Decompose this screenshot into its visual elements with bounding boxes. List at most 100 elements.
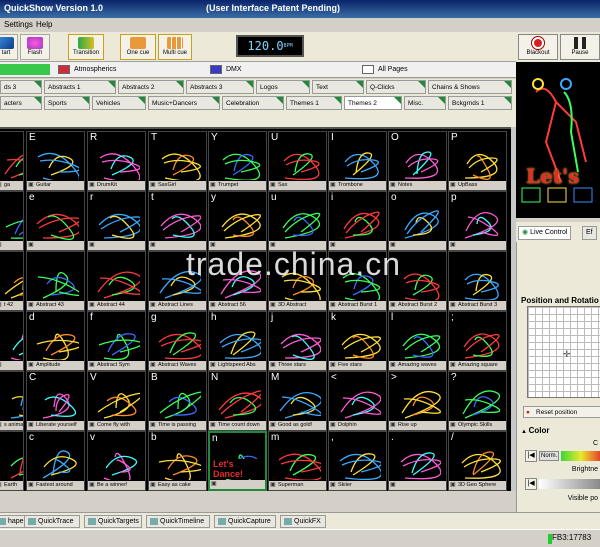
tab-effects[interactable]: Ef [582, 226, 597, 240]
pause-button[interactable]: Pause [560, 34, 600, 60]
cue-cell[interactable]: U Sax [268, 131, 327, 191]
cue-cell[interactable]: s animal [0, 371, 24, 431]
cue-cell[interactable]: r [87, 191, 146, 251]
cue-cell[interactable]: m Superman [268, 431, 327, 491]
page-tab-row1-7[interactable]: Chains & Shows [428, 80, 512, 94]
cue-cell[interactable]: t [148, 191, 207, 251]
cue-cell[interactable]: / 3D Geo Sphere [448, 431, 507, 491]
tab-live-control[interactable]: ◉ Live Control [518, 226, 572, 240]
module-tab-1[interactable]: QuickTrace [24, 515, 80, 528]
cue-cell[interactable] [0, 191, 24, 251]
cue-cell[interactable] [0, 311, 24, 371]
cue-cell[interactable]: g Abstract Waves [148, 311, 207, 371]
cue-cell[interactable]: < Dolphin [328, 371, 387, 431]
cue-cell[interactable]: t 42 [0, 251, 24, 311]
cue-cell[interactable]: Y Trumpet [208, 131, 267, 191]
page-tab-row2-6[interactable]: Themes 2 [344, 96, 402, 110]
cue-cell[interactable]: R DrumKit [87, 131, 146, 191]
page-tab-row2-1[interactable]: Sports [44, 96, 90, 110]
transition-button[interactable]: Transition [68, 34, 104, 60]
page-tab-row1-0[interactable]: ds 3 [0, 80, 42, 94]
cue-cell[interactable]: E Guitar [26, 131, 85, 191]
cue-cell[interactable]: C Liberate yourself [26, 371, 85, 431]
cue-cell[interactable]: l Amazing waves [388, 311, 447, 371]
cue-label: SaxGirl [149, 181, 206, 190]
cue-label [389, 481, 446, 490]
cue-label: Abstract Burst 2 [389, 301, 446, 310]
cue-cell[interactable]: ga [0, 131, 24, 191]
page-tab-row1-1[interactable]: Abstracts 1 [44, 80, 116, 94]
cue-cell[interactable]: i [328, 191, 387, 251]
start-button[interactable]: tart [0, 34, 18, 60]
page-tab-row1-3[interactable]: Abstracts 3 [186, 80, 254, 94]
cue-cell[interactable]: u [268, 191, 327, 251]
one-cue-button[interactable]: One cue [120, 34, 156, 60]
page-tab-row2-4[interactable]: Celebration [222, 96, 284, 110]
cue-cell[interactable]: P UpBass [448, 131, 507, 191]
cue-cell[interactable]: > Rise up [388, 371, 447, 431]
cue-cell[interactable]: b Easy as cake [148, 431, 207, 491]
cue-label: Abstract Burst 1 [329, 301, 386, 310]
cue-cell[interactable]: h Lightspeed Abs [208, 311, 267, 371]
page-tab-row1-2[interactable]: Abstracts 2 [118, 80, 184, 94]
multi-cue-button[interactable]: Multi cue [158, 34, 192, 60]
page-tab-row1-5[interactable]: Text [312, 80, 364, 94]
blackout-button[interactable]: Blackout [518, 34, 558, 60]
cue-cell[interactable]: Abstract Burst 3 [448, 251, 507, 311]
cue-cell[interactable]: y [208, 191, 267, 251]
cue-cell[interactable]: n Let's Dance! [208, 431, 267, 491]
cue-cell[interactable]: c Fastest around [26, 431, 85, 491]
cue-cell[interactable]: Abstract 44 [87, 251, 146, 311]
cue-cell[interactable]: M Good as gold! [268, 371, 327, 431]
module-tab-3[interactable]: QuickTimeline [146, 515, 210, 528]
cue-cell[interactable]: Earth [0, 431, 24, 491]
reset-position-button[interactable]: ● Reset position [523, 406, 600, 418]
cue-cell[interactable]: f Abstract Sym [87, 311, 146, 371]
cue-cell[interactable]: , Skiier [328, 431, 387, 491]
cue-cell[interactable]: . [388, 431, 447, 491]
cue-cell[interactable]: d Amplitude [26, 311, 85, 371]
cue-cell[interactable]: I Trombone [328, 131, 387, 191]
page-tab-row2-7[interactable]: Misc. [404, 96, 446, 110]
cue-cell[interactable]: o [388, 191, 447, 251]
cue-cell[interactable]: ; Amazing square [448, 311, 507, 371]
page-tab-row1-4[interactable]: Logos [256, 80, 310, 94]
category-all-pages[interactable]: All Pages [362, 64, 408, 75]
module-tab-5[interactable]: QuickFX [280, 515, 326, 528]
brightness-slider[interactable] [539, 479, 600, 489]
cue-cell[interactable]: e [26, 191, 85, 251]
cue-cell[interactable]: Abstract 43 [26, 251, 85, 311]
cue-cell[interactable]: T SaxGirl [148, 131, 207, 191]
cue-hotkey: p [451, 192, 457, 203]
page-tab-row2-8[interactable]: Bckgrnds 1 [448, 96, 512, 110]
module-tab-4[interactable]: QuickCapture [214, 515, 276, 528]
module-tab-2[interactable]: QuickTargets [84, 515, 142, 528]
cue-cell[interactable]: N Time count down [208, 371, 267, 431]
page-tab-row1-6[interactable]: Q-Clicks [366, 80, 426, 94]
menu-settings[interactable]: Settings [4, 20, 33, 29]
cue-cell[interactable]: B Time is passing [148, 371, 207, 431]
position-xy-pad[interactable]: ✛ [527, 306, 600, 398]
cue-thumbnail [279, 391, 321, 419]
category-partial[interactable] [0, 64, 50, 75]
cue-cell[interactable]: k Five stars [328, 311, 387, 371]
tab-corner-icon [504, 97, 511, 104]
color-prev-button[interactable]: |◀ [525, 450, 537, 462]
category-dmx[interactable]: DMX [210, 64, 242, 75]
brightness-prev-button[interactable]: |◀ [525, 478, 537, 490]
color-mode-select[interactable]: Norm. [539, 451, 559, 461]
category-atmospherics[interactable]: Atmospherics [58, 64, 116, 75]
page-tab-row2-5[interactable]: Themes 1 [286, 96, 342, 110]
cue-cell[interactable]: p [448, 191, 507, 251]
cue-cell[interactable]: ? Olympic Skills [448, 371, 507, 431]
color-gradient-slider[interactable] [561, 451, 600, 461]
page-tab-row2-3[interactable]: Music+Dancers [148, 96, 220, 110]
cue-cell[interactable]: v Be a winner! [87, 431, 146, 491]
page-tab-row2-0[interactable]: acters [0, 96, 42, 110]
flash-button[interactable]: Flash [20, 34, 50, 60]
cue-cell[interactable]: O Notes [388, 131, 447, 191]
cue-cell[interactable]: V Come fly with [87, 371, 146, 431]
menu-help[interactable]: Help [36, 20, 52, 29]
cue-cell[interactable]: j Three stars [268, 311, 327, 371]
page-tab-row2-2[interactable]: Vehicles [92, 96, 146, 110]
